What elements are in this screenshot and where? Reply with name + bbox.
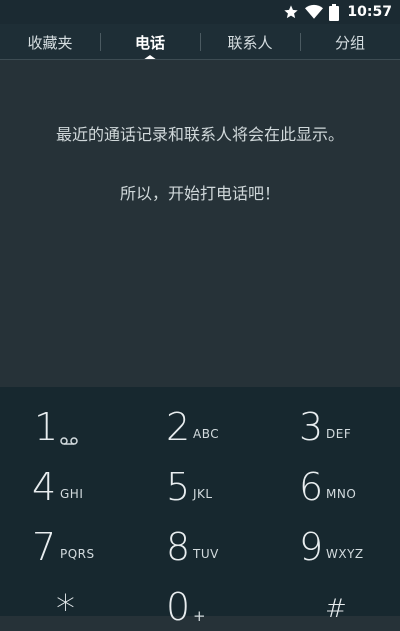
status-icons: 10:57 — [283, 0, 392, 24]
key-digit: 8 — [166, 525, 191, 569]
dialpad-key-2[interactable]: 2 ABC — [133, 387, 266, 449]
dialpad-key-hash[interactable]: # — [267, 567, 400, 627]
tab-label: 分组 — [334, 33, 365, 52]
key-digit: 6 — [299, 465, 324, 509]
dialpad-key-5[interactable]: 5 JKL — [133, 447, 266, 509]
key-digit: 1 — [34, 405, 59, 449]
empty-state-message: 最近的通话记录和联系人将会在此显示。 — [55, 125, 344, 144]
key-digit: 9 — [299, 525, 324, 569]
dialpad-key-6[interactable]: 6 MNO — [267, 447, 400, 509]
key-digit: 0 — [166, 585, 191, 629]
status-time: 10:57 — [347, 4, 392, 20]
key-digit: 4 — [32, 465, 57, 509]
dialpad-key-1[interactable]: 1 — [0, 387, 133, 449]
key-letters: PQRS — [60, 547, 95, 561]
tab-label: 联系人 — [227, 33, 273, 52]
tab-bar: 收藏夹 电话 联系人 分组 — [0, 24, 400, 60]
key-letters: WXYZ — [326, 547, 364, 561]
key-digit: 7 — [32, 525, 57, 569]
tab-groups[interactable]: 分组 — [300, 24, 400, 60]
key-digit: # — [325, 594, 347, 624]
tab-favorites[interactable]: 收藏夹 — [0, 24, 100, 60]
dialpad-key-star[interactable]: * — [0, 567, 133, 631]
dialpad-key-7[interactable]: 7 PQRS — [0, 507, 133, 569]
key-digit: 3 — [299, 405, 324, 449]
tab-contacts[interactable]: 联系人 — [200, 24, 300, 60]
key-letters: + — [193, 607, 207, 625]
dialpad-key-8[interactable]: 8 TUV — [133, 507, 266, 569]
key-letters: JKL — [193, 487, 213, 501]
dialpad-key-4[interactable]: 4 GHI — [0, 447, 133, 509]
tab-label: 收藏夹 — [27, 33, 73, 52]
key-letters: ABC — [193, 427, 220, 441]
battery-icon — [329, 3, 340, 21]
key-digit: 2 — [166, 405, 191, 449]
wifi-icon — [305, 4, 324, 20]
key-letters: GHI — [60, 487, 84, 501]
star-icon — [283, 4, 299, 20]
key-letters: DEF — [326, 427, 352, 441]
key-digit: 5 — [166, 465, 191, 509]
dialpad-key-0[interactable]: 0 + — [133, 567, 266, 629]
empty-state-prompt: 所以，开始打电话吧！ — [119, 184, 280, 203]
key-digit: * — [56, 587, 75, 631]
status-bar: 10:57 — [0, 0, 400, 24]
dialpad: 1 2 ABC 3 DEF 4 GHI 5 JKL 6 MNO 7 PQRS 8… — [0, 387, 400, 631]
key-letters: TUV — [193, 547, 219, 561]
tab-label: 电话 — [134, 33, 165, 52]
call-log-panel: 最近的通话记录和联系人将会在此显示。 所以，开始打电话吧！ — [0, 60, 400, 387]
dialpad-key-9[interactable]: 9 WXYZ — [267, 507, 400, 569]
key-letters: MNO — [326, 487, 357, 501]
dialpad-key-3[interactable]: 3 DEF — [267, 387, 400, 449]
tab-phone[interactable]: 电话 — [100, 24, 200, 60]
